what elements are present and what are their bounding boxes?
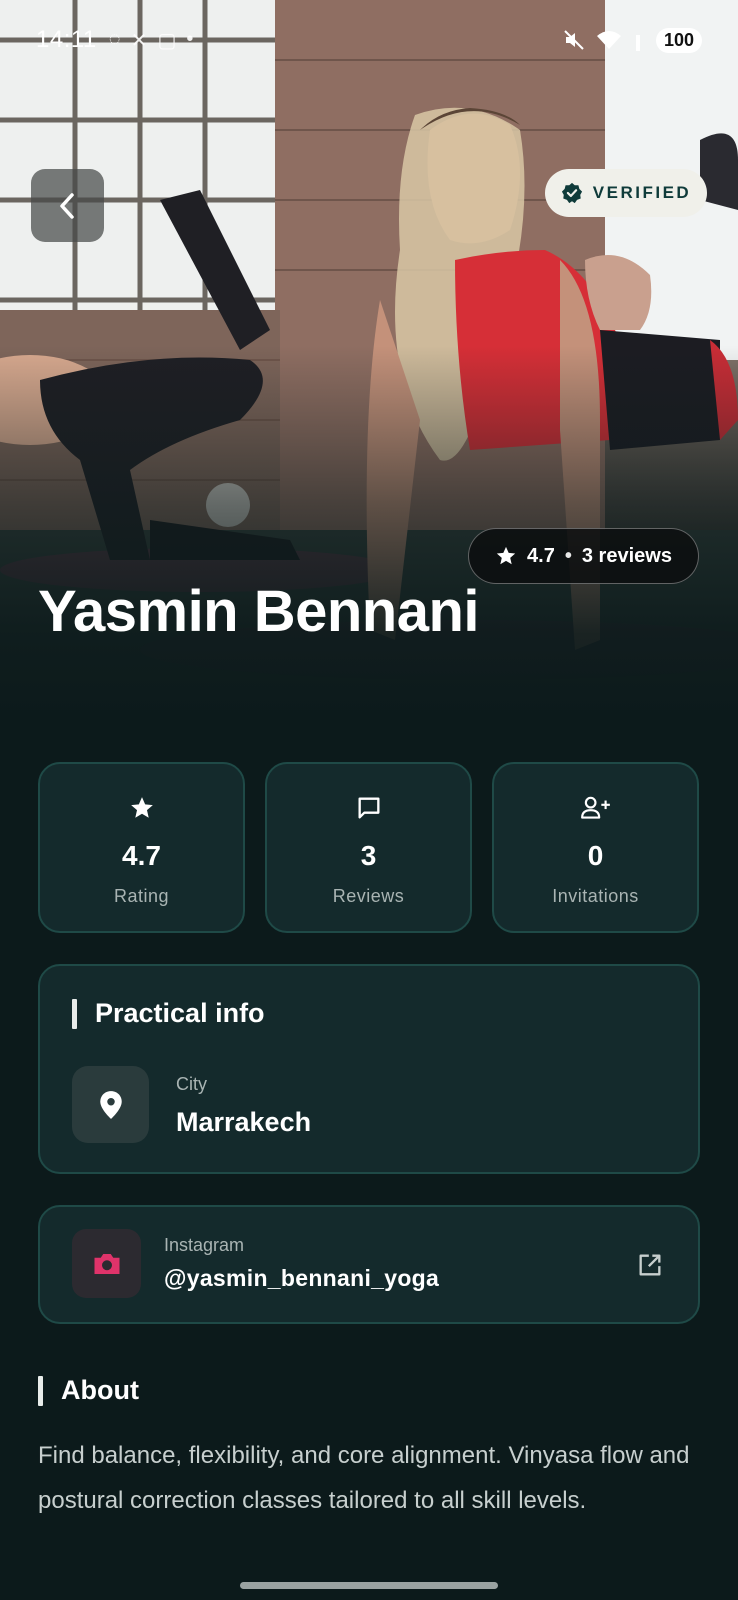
stat-card-rating: 4.7 Rating: [38, 762, 245, 933]
dot-icon: •: [186, 27, 194, 50]
screenshot-icon: ▢: [157, 29, 177, 52]
practical-info-card: Practical info City Marrakech: [38, 964, 700, 1174]
practical-info-heading: Practical info: [72, 998, 265, 1029]
stat-value: 0: [587, 840, 604, 871]
stat-label: Invitations: [552, 886, 639, 906]
stat-label: Rating: [113, 886, 170, 906]
heading-accent-bar: [38, 1375, 43, 1406]
battery-indicator: 100: [655, 27, 702, 53]
camera-icon: [94, 1253, 119, 1274]
separator-dot: •: [564, 544, 572, 567]
instagram-handle: @yasmin_bennani_yoga: [164, 1265, 440, 1291]
chat-icon: [358, 797, 379, 819]
rating-summary-pill[interactable]: 4.7 • 3 reviews: [468, 528, 699, 584]
whatsapp-icon: ◌: [108, 27, 121, 50]
verified-check-icon: [561, 182, 582, 204]
external-link-button[interactable]: [634, 1249, 666, 1281]
location-pin-icon: [99, 1090, 122, 1119]
stat-card-reviews[interactable]: 3 Reviews: [265, 762, 472, 933]
back-button[interactable]: [31, 169, 104, 242]
external-link-icon: [639, 1254, 661, 1276]
wifi-icon: [596, 31, 621, 49]
system-icons: 100: [562, 27, 702, 53]
instagram-icon-box: [72, 1229, 141, 1298]
rating-value: 4.7: [527, 544, 555, 567]
about-heading: About: [38, 1375, 139, 1406]
city-icon-box: [72, 1066, 149, 1143]
about-text: Find balance, flexibility, and core alig…: [38, 1442, 690, 1514]
reviews-count: 3 reviews: [581, 544, 672, 567]
status-bar: 14:11 ◌ ✕ ▢ • 100: [0, 0, 738, 80]
notification-icons: ◌ ✕ ▢ •: [109, 28, 194, 53]
home-indicator[interactable]: [240, 1582, 498, 1589]
verified-badge: VERIFIED: [545, 169, 707, 217]
signal-icon: [635, 35, 640, 51]
add-user-icon: [580, 796, 610, 819]
x-icon: ✕: [130, 29, 148, 52]
star-icon: [496, 546, 516, 565]
stat-card-invitations[interactable]: 0 Invitations: [492, 762, 699, 933]
stat-value: 4.7: [122, 840, 161, 871]
practical-info-title: Practical info: [95, 998, 265, 1028]
star-icon: [130, 797, 153, 818]
verified-label: VERIFIED: [592, 183, 692, 202]
stat-value: 3: [360, 840, 377, 871]
city-value: Marrakech: [176, 1107, 312, 1137]
instagram-label: Instagram: [164, 1235, 245, 1255]
mute-icon: [564, 30, 584, 50]
profile-name: Yasmin Bennani: [38, 579, 480, 644]
status-time: 14:11: [36, 26, 97, 53]
instagram-link-card[interactable]: Instagram @yasmin_bennani_yoga: [38, 1205, 700, 1324]
city-label: City: [176, 1074, 207, 1094]
chevron-left-icon: [59, 192, 74, 219]
heading-accent-bar: [72, 998, 77, 1029]
about-title: About: [61, 1375, 139, 1405]
stat-label: Reviews: [332, 886, 405, 906]
